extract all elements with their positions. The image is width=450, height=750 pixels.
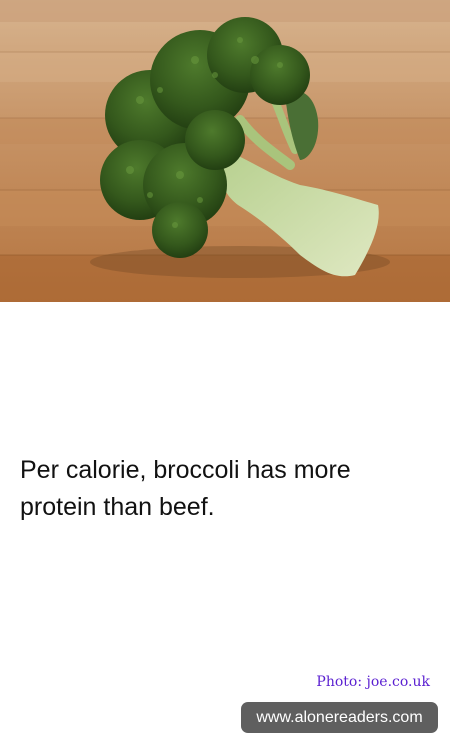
broccoli-photo <box>0 0 450 302</box>
site-badge[interactable]: www.alonereaders.com <box>241 702 438 733</box>
photo-credit: Photo: joe.co.uk <box>316 674 430 690</box>
fact-text: Per calorie, broccoli has more protein t… <box>20 456 351 521</box>
fact-card: Per calorie, broccoli has more protein t… <box>0 0 450 750</box>
